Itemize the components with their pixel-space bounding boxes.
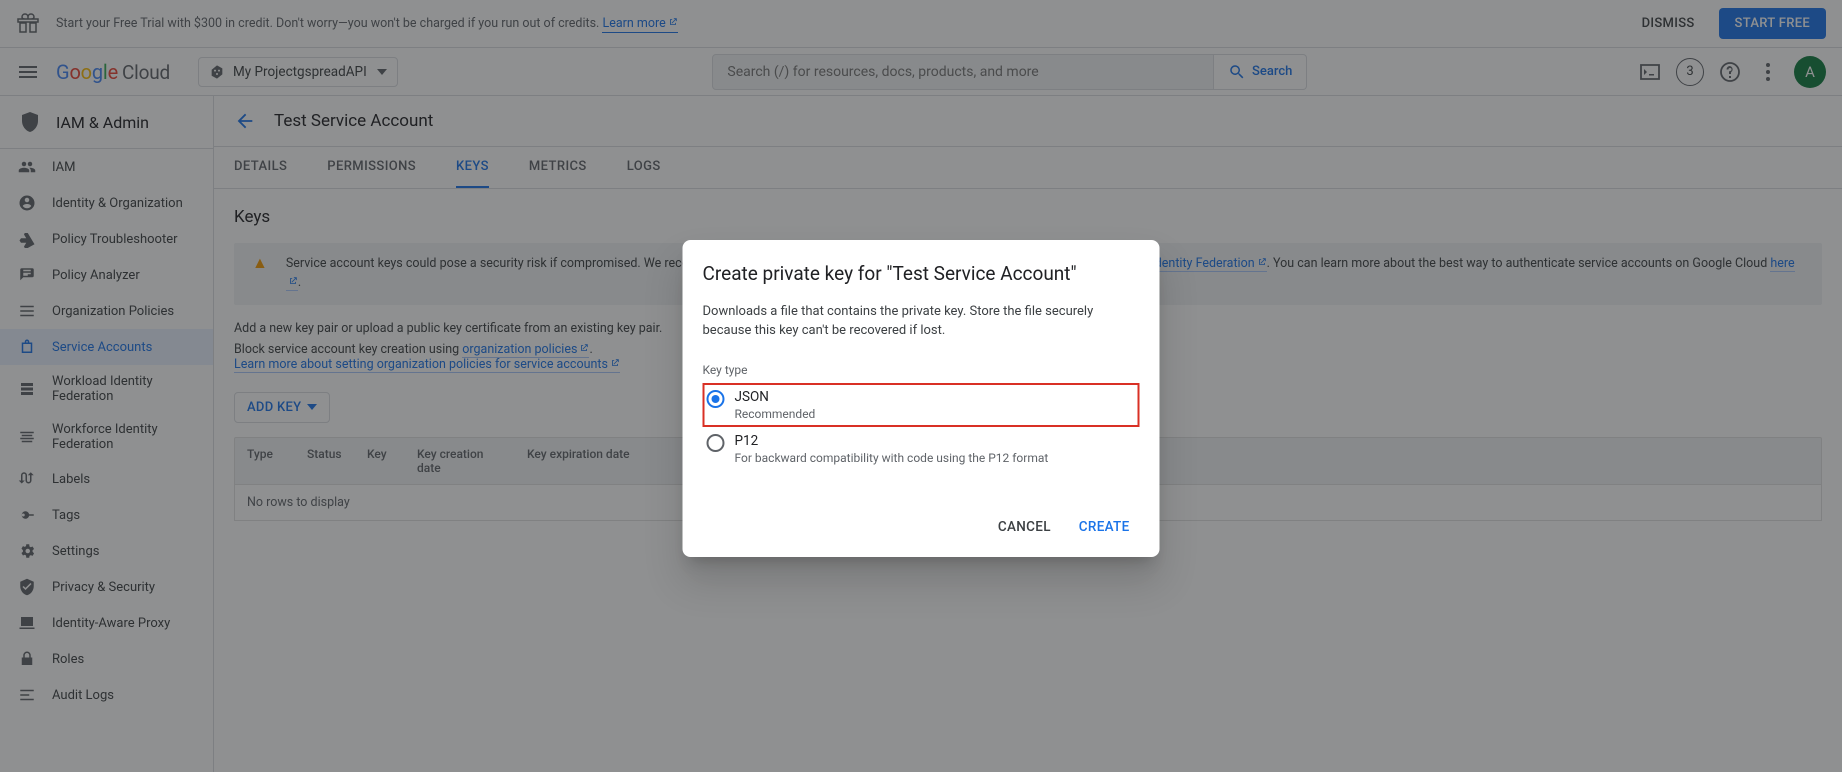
key-type-label: Key type [703, 363, 1140, 377]
radio-json[interactable] [707, 390, 725, 408]
dialog-description: Downloads a file that contains the priva… [703, 303, 1140, 341]
cancel-button[interactable]: CANCEL [988, 511, 1061, 543]
radio-option-p12[interactable]: P12 For backward compatibility with code… [703, 427, 1140, 471]
radio-p12[interactable] [707, 434, 725, 452]
create-key-dialog: Create private key for "Test Service Acc… [683, 240, 1160, 557]
dialog-title: Create private key for "Test Service Acc… [703, 262, 1140, 285]
radio-option-json[interactable]: JSON Recommended [703, 383, 1140, 427]
create-button[interactable]: CREATE [1069, 511, 1140, 543]
